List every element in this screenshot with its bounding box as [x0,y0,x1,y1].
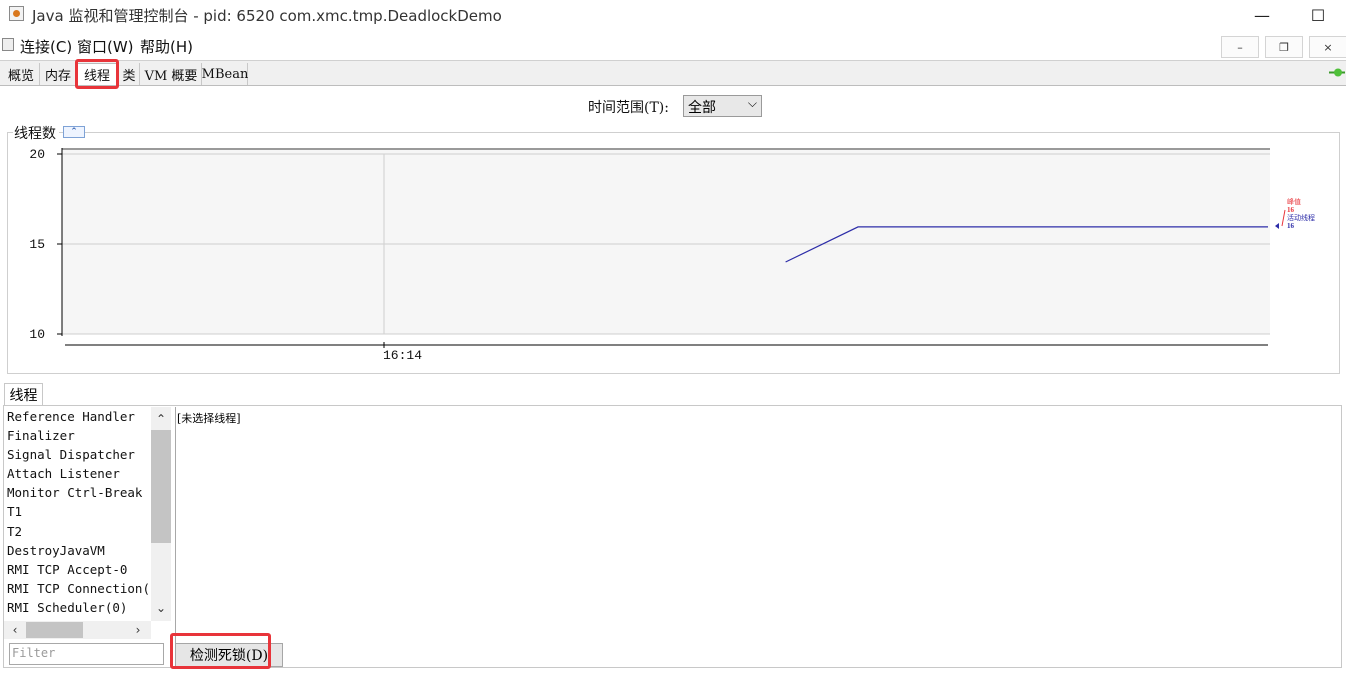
thread-detail-text: [未选择线程] [177,412,241,425]
legend-peak-value: 16 [1287,206,1295,214]
y-tick-label: 10 [29,327,45,342]
thread-list-item[interactable]: Signal Dispatcher [4,445,151,464]
thread-list-item[interactable]: Attach Listener [4,464,151,483]
thread-list[interactable]: Reference Handler Finalizer Signal Dispatc… [4,407,151,621]
legend-active-value: 16 [1287,222,1295,230]
thread-list-item[interactable]: T1 [4,502,151,521]
thread-list-item[interactable]: Reference Handler [4,407,151,426]
horizontal-scroll-thumb[interactable] [26,622,83,638]
filter-input[interactable]: Filter [9,643,164,665]
vertical-scroll-thumb[interactable] [151,430,171,543]
thread-list-item[interactable]: Monitor Ctrl-Break [4,483,151,502]
threads-subtab[interactable]: 线程 [4,383,43,406]
y-tick-label: 20 [29,147,45,162]
threads-panel [3,405,1342,668]
thread-list-item[interactable]: DestroyJavaVM [4,541,151,560]
y-tick-label: 15 [29,237,45,252]
chevron-right-icon[interactable]: › [128,620,148,640]
thread-list-item[interactable]: RMI TCP Accept-0 [4,560,151,579]
chevron-left-icon[interactable]: ‹ [5,620,25,640]
thread-list-item[interactable]: Finalizer [4,426,151,445]
thread-list-item[interactable]: RMI TCP Connection( [4,579,151,598]
thread-list-item[interactable]: T2 [4,522,151,541]
split-pane-divider[interactable] [171,407,176,667]
chevron-up-icon[interactable]: ⌃ [151,409,171,429]
legend-active-label: 活动线程 [1287,213,1315,222]
current-value-marker [1275,223,1279,229]
chevron-down-icon[interactable]: ⌄ [151,598,171,618]
legend-peak-label: 峰值 [1287,197,1301,206]
peak-marker-line [1281,209,1286,227]
x-tick-label: 16:14 [383,348,422,363]
plot-area [62,148,1270,334]
thread-list-item[interactable]: RMI Scheduler(0) [4,598,151,617]
detect-deadlock-highlight [170,633,271,669]
